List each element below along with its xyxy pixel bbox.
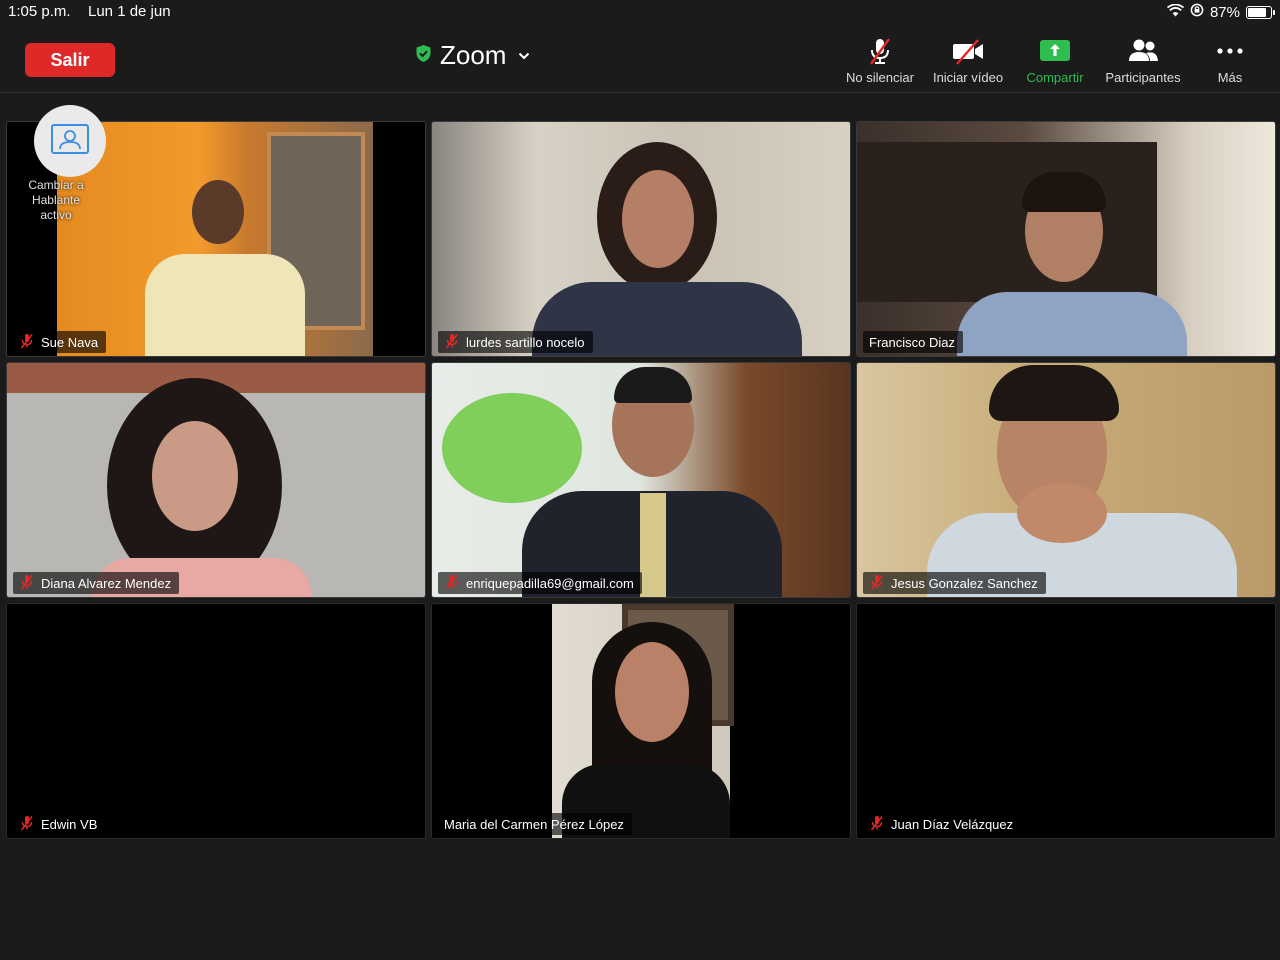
switch-label-line-1: Cambiar a xyxy=(28,178,84,192)
status-date: Lun 1 de jun xyxy=(88,3,171,20)
participant-name-tag: lurdes sartillo nocelo xyxy=(438,331,593,353)
microphone-muted-icon xyxy=(869,574,885,593)
participant-tile-diana[interactable]: Diana Alvarez Mendez xyxy=(6,362,426,598)
share-screen-icon xyxy=(1039,36,1071,66)
participants-icon xyxy=(1126,36,1160,66)
shelf-background xyxy=(857,142,1157,302)
microphone-muted-icon xyxy=(444,574,460,593)
participant-name: Jesus Gonzalez Sanchez xyxy=(891,575,1038,591)
rotation-lock-icon xyxy=(1190,3,1204,21)
shield-check-icon xyxy=(415,44,432,68)
share-label: Compartir xyxy=(1026,70,1084,85)
participant-tile-francisco[interactable]: Francisco Diaz xyxy=(856,121,1276,357)
participant-face xyxy=(192,180,244,244)
chevron-down-icon xyxy=(518,47,530,65)
participant-tile-jesus[interactable]: Jesus Gonzalez Sanchez xyxy=(856,362,1276,598)
share-button[interactable]: Compartir xyxy=(1010,36,1100,85)
participant-name: Juan Díaz Velázquez xyxy=(891,816,1014,832)
meeting-toolbar: Salir Zoom No silenciar Iniciar vídeo Co… xyxy=(0,26,1280,93)
switch-active-speaker-button[interactable] xyxy=(34,105,106,177)
participant-face xyxy=(152,421,238,531)
participant-name-tag: Diana Alvarez Mendez xyxy=(13,572,180,594)
meeting-info-button[interactable]: Zoom xyxy=(415,40,530,71)
participant-name: Maria del Carmen Pérez López xyxy=(444,816,624,832)
participant-hair xyxy=(989,365,1119,421)
video-off-icon xyxy=(951,36,985,66)
participant-name: Diana Alvarez Mendez xyxy=(41,575,172,591)
switch-active-speaker-label: Cambiar a Hablante activo xyxy=(20,178,92,223)
plant-background xyxy=(442,393,582,503)
participant-name-tag: Sue Nava xyxy=(13,331,107,353)
participant-name: lurdes sartillo nocelo xyxy=(466,334,585,350)
participant-name: enriquepadilla69@gmail.com xyxy=(466,575,634,591)
switch-label-line-2: Hablante xyxy=(31,193,81,207)
participant-tile-juan[interactable]: Juan Díaz Velázquez xyxy=(856,603,1276,839)
status-right: 87% xyxy=(1166,3,1275,21)
microphone-muted-icon xyxy=(19,333,35,352)
participant-tile-edwin[interactable]: Edwin VB xyxy=(6,603,426,839)
more-icon xyxy=(1215,36,1245,66)
microphone-muted-icon xyxy=(869,815,885,834)
microphone-muted-icon xyxy=(19,574,35,593)
more-label: Más xyxy=(1217,70,1243,85)
participant-hair xyxy=(1022,172,1106,212)
participants-button[interactable]: Participantes xyxy=(1098,36,1188,85)
participant-name: Francisco Diaz xyxy=(869,334,955,350)
more-button[interactable]: Más xyxy=(1185,36,1275,85)
start-video-button[interactable]: Iniciar vídeo xyxy=(923,36,1013,85)
unmute-button[interactable]: No silenciar xyxy=(835,36,925,85)
participant-face xyxy=(615,642,689,742)
microphone-muted-icon xyxy=(865,36,895,66)
participant-hand xyxy=(1017,483,1107,543)
participant-tile-lurdes[interactable]: lurdes sartillo nocelo xyxy=(431,121,851,357)
participant-name-tag: Edwin VB xyxy=(13,813,106,835)
participant-name-tag: Juan Díaz Velázquez xyxy=(863,813,1022,835)
participant-name: Sue Nava xyxy=(41,334,99,350)
status-time: 1:05 p.m. xyxy=(8,3,71,20)
speaker-view-icon xyxy=(51,123,89,159)
switch-label-line-3: activo xyxy=(40,208,72,222)
wifi-icon xyxy=(1166,3,1185,21)
participant-tie xyxy=(640,493,666,597)
status-bar: 1:05 p.m. Lun 1 de jun 87% xyxy=(0,0,1280,26)
app-title: Zoom xyxy=(440,40,507,70)
battery-percent: 87% xyxy=(1209,3,1240,21)
participant-body xyxy=(145,254,305,356)
participant-tile-enrique[interactable]: enriquepadilla69@gmail.com xyxy=(431,362,851,598)
participant-name: Edwin VB xyxy=(41,816,98,832)
participant-face xyxy=(622,170,694,268)
microphone-muted-icon xyxy=(444,333,460,352)
battery-icon xyxy=(1246,5,1275,19)
participant-tile-maria[interactable]: Maria del Carmen Pérez López xyxy=(431,603,851,839)
microphone-muted-icon xyxy=(19,815,35,834)
start-video-label: Iniciar vídeo xyxy=(932,70,1004,85)
participant-body xyxy=(957,292,1187,356)
participant-name-tag: enriquepadilla69@gmail.com xyxy=(438,572,642,594)
participant-name-tag: Jesus Gonzalez Sanchez xyxy=(863,572,1046,594)
participant-name-tag: Francisco Diaz xyxy=(863,331,963,353)
unmute-label: No silenciar xyxy=(846,70,914,85)
leave-button[interactable]: Salir xyxy=(25,43,115,77)
participant-name-tag: Maria del Carmen Pérez López xyxy=(438,813,632,835)
participants-label: Participantes xyxy=(1105,70,1181,85)
